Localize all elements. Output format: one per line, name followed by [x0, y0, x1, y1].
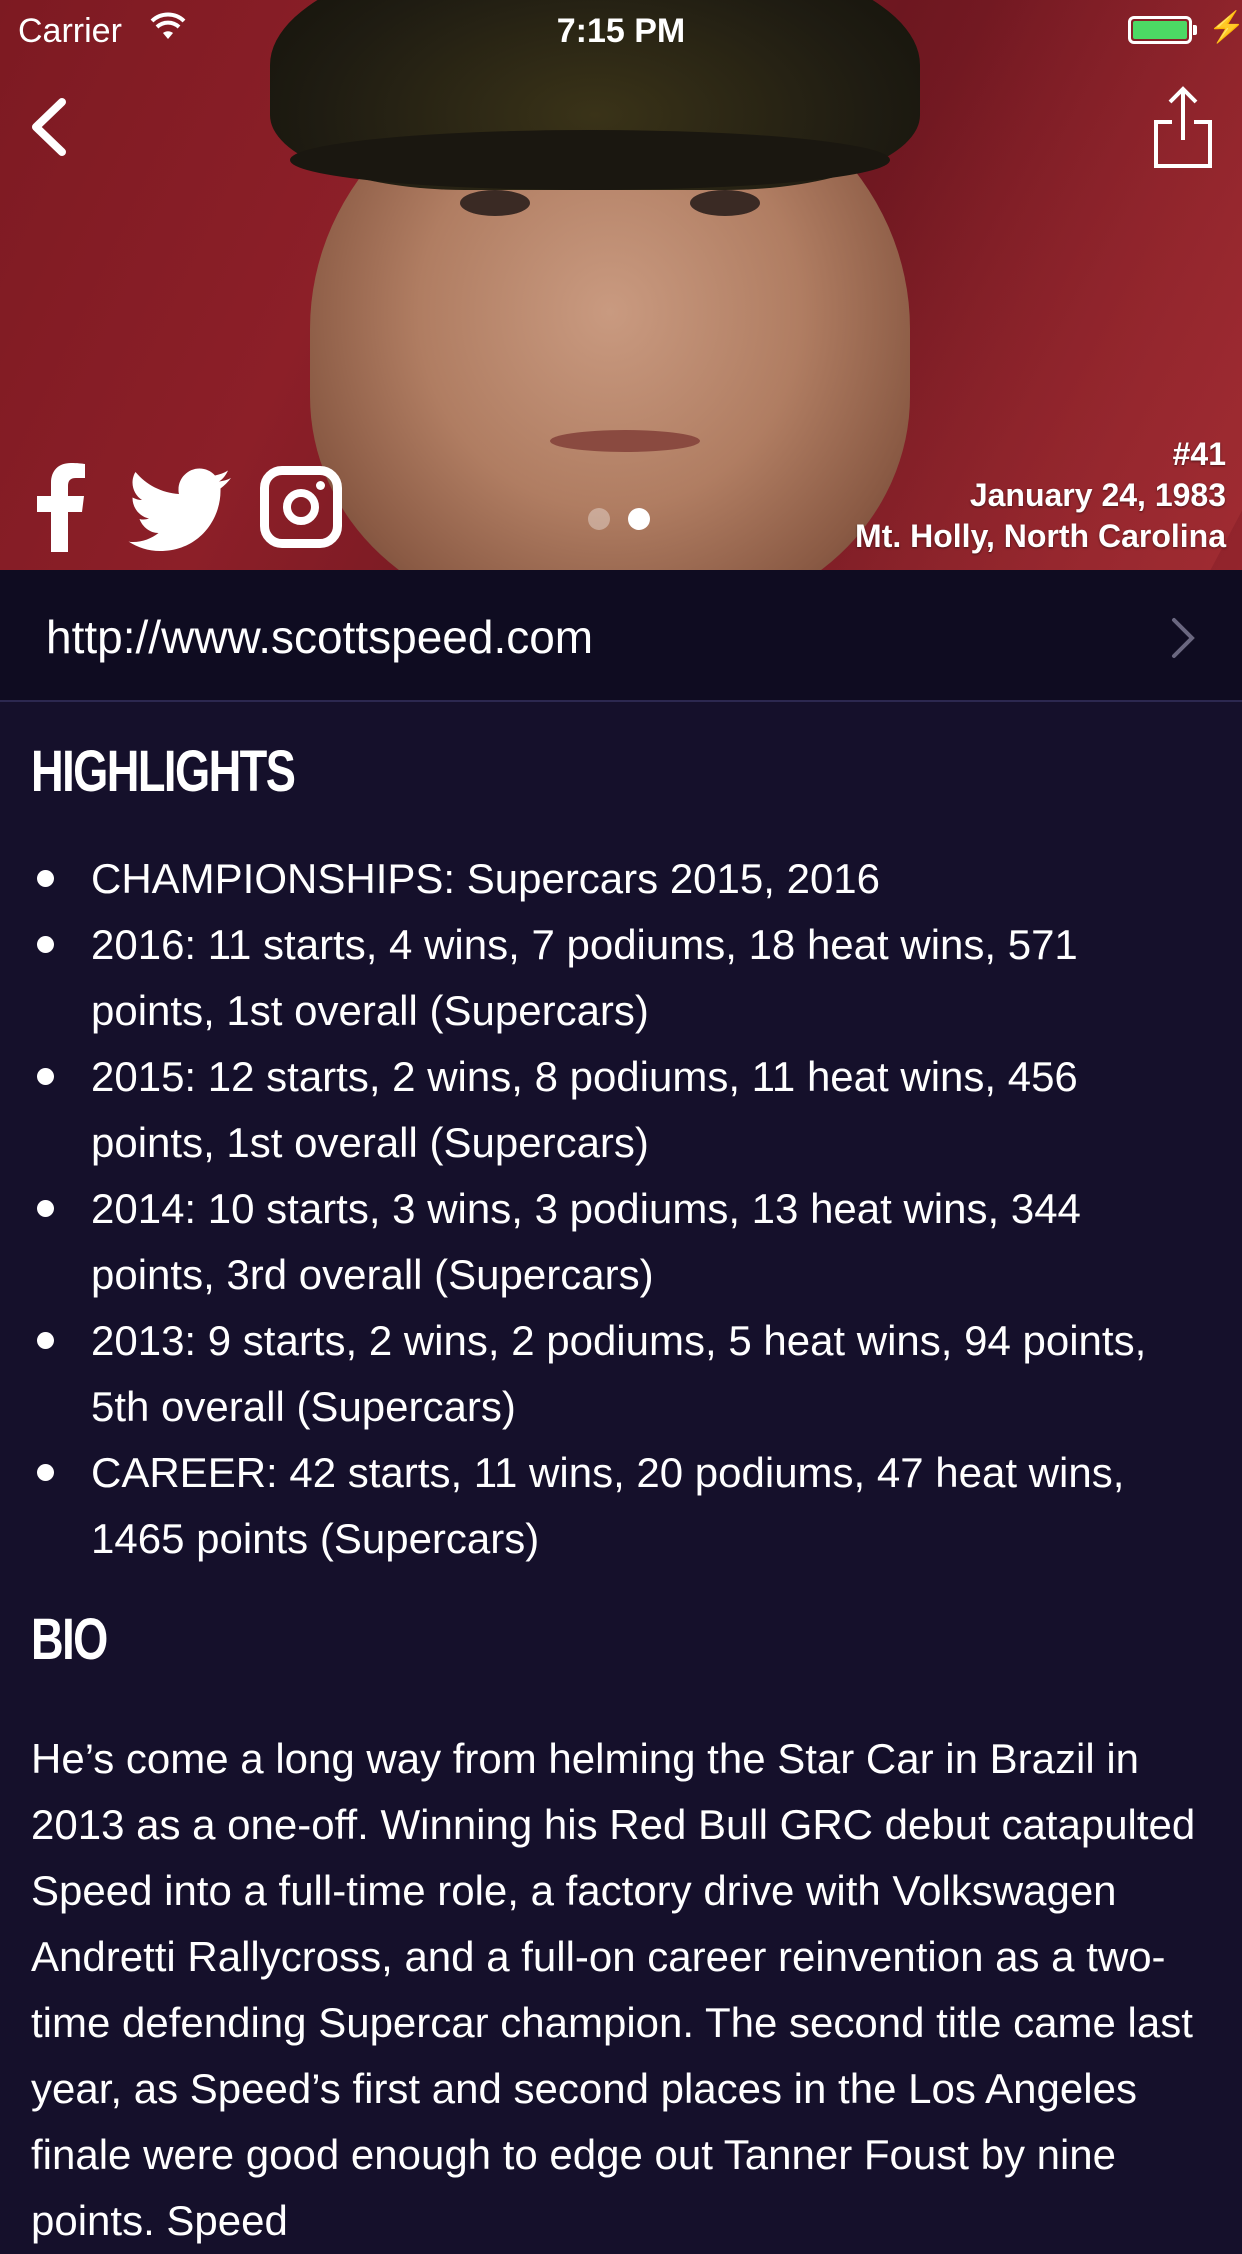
driver-eye [690, 190, 760, 216]
page-dot-1[interactable] [588, 508, 610, 530]
instagram-dot [316, 481, 325, 490]
highlight-text: 2015: 12 starts, 2 wins, 8 podiums, 11 h… [91, 1053, 1078, 1166]
highlights-list: CHAMPIONSHIPS: Supercars 2015, 2016 2016… [0, 846, 1242, 1572]
charging-icon: ⚡ [1208, 11, 1242, 44]
highlight-text: 2016: 11 starts, 4 wins, 7 podiums, 18 h… [91, 921, 1078, 1034]
instagram-lens [283, 489, 319, 525]
bullet [37, 1068, 54, 1085]
highlight-text: CHAMPIONSHIPS: Supercars 2015, 2016 [91, 855, 881, 902]
highlight-item: 2013: 9 starts, 2 wins, 2 podiums, 5 hea… [0, 1308, 1242, 1440]
driver-info: #41 January 24, 1983 Mt. Holly, North Ca… [855, 434, 1226, 557]
driver-hometown: Mt. Holly, North Carolina [855, 518, 1226, 554]
status-bar: Carrier 7:15 PM ⚡ [0, 0, 1242, 60]
back-chevron-icon[interactable] [22, 92, 82, 162]
chevron-right-icon [1172, 618, 1195, 658]
bullet [37, 1332, 54, 1349]
highlight-item: 2016: 11 starts, 4 wins, 7 podiums, 18 h… [0, 912, 1242, 1044]
bullet [37, 1464, 54, 1481]
highlight-text: 2013: 9 starts, 2 wins, 2 podiums, 5 hea… [91, 1317, 1147, 1430]
highlight-text: 2014: 10 starts, 3 wins, 3 podiums, 13 h… [91, 1185, 1081, 1298]
facebook-icon[interactable] [34, 462, 86, 552]
highlight-item: 2014: 10 starts, 3 wins, 3 podiums, 13 h… [0, 1176, 1242, 1308]
highlight-item: CAREER: 42 starts, 11 wins, 20 podiums, … [0, 1440, 1242, 1572]
battery-icon [1128, 16, 1192, 44]
highlights-heading: HIGHLIGHTS [31, 739, 296, 804]
driver-mouth [550, 430, 700, 452]
bio-text: He’s come a long way from helming the St… [31, 1735, 1196, 2244]
website-link-row[interactable]: http://www.scottspeed.com [0, 570, 1242, 702]
highlight-text: CAREER: 42 starts, 11 wins, 20 podiums, … [91, 1449, 1125, 1562]
bullet [37, 870, 54, 887]
bullet [37, 936, 54, 953]
bullet [37, 1200, 54, 1217]
status-time: 7:15 PM [556, 12, 686, 50]
share-icon[interactable] [1150, 84, 1216, 170]
highlight-item: 2015: 12 starts, 2 wins, 8 podiums, 11 h… [0, 1044, 1242, 1176]
driver-number: #41 [1172, 436, 1226, 472]
page-dot-2-active[interactable] [628, 508, 650, 530]
driver-cap-brim [290, 130, 890, 190]
highlight-item: CHAMPIONSHIPS: Supercars 2015, 2016 [0, 846, 1242, 912]
instagram-icon[interactable] [260, 466, 342, 548]
battery-nub [1193, 25, 1197, 35]
bio-heading: BIO [31, 1607, 108, 1672]
driver-birth-date: January 24, 1983 [969, 477, 1226, 513]
twitter-icon[interactable] [128, 468, 232, 552]
driver-eye [460, 190, 530, 216]
website-url[interactable]: http://www.scottspeed.com [46, 610, 593, 664]
